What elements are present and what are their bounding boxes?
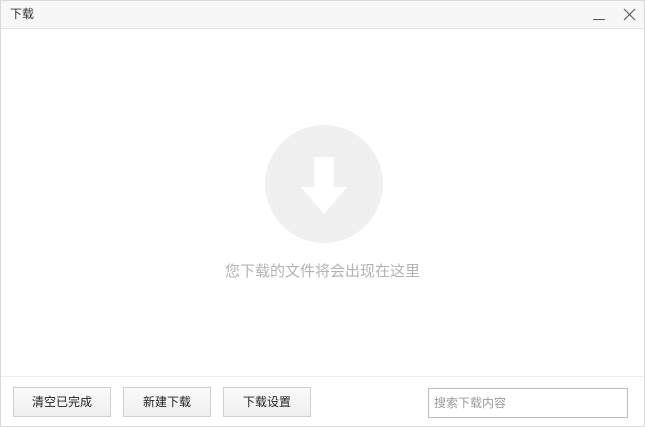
window-title: 下载 <box>10 7 35 21</box>
close-icon <box>623 8 636 21</box>
download-arrow-icon <box>265 125 383 243</box>
close-button[interactable] <box>619 5 639 25</box>
minimize-icon <box>593 19 605 20</box>
clear-completed-button[interactable]: 清空已完成 <box>13 387 111 417</box>
download-window: 下载 您下载的文件将会出现在这里 清空已完成 新建下载 下载设置 <box>0 0 645 427</box>
empty-state-message: 您下载的文件将会出现在这里 <box>224 262 420 280</box>
title-bar: 下载 <box>1 1 644 29</box>
download-settings-button[interactable]: 下载设置 <box>223 387 311 417</box>
new-download-button[interactable]: 新建下载 <box>123 387 211 417</box>
download-list-area: 您下载的文件将会出现在这里 <box>1 29 644 376</box>
footer-toolbar: 清空已完成 新建下载 下载设置 <box>1 376 644 427</box>
empty-state-illustration <box>265 125 383 243</box>
minimize-button[interactable] <box>589 5 609 25</box>
search-input[interactable] <box>428 388 628 418</box>
